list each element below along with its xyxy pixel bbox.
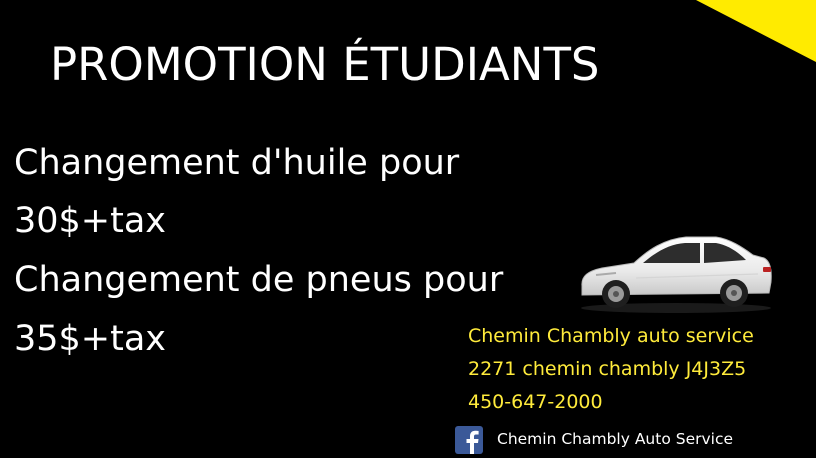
page-title: PROMOTION ÉTUDIANTS (50, 38, 600, 91)
business-name: Chemin Chambly auto service (468, 325, 754, 347)
business-address: 2271 chemin chambly J4J3Z5 (468, 358, 747, 380)
yellow-corner-accent (696, 0, 816, 62)
business-phone: 450-647-2000 (468, 391, 603, 413)
facebook-page-name: Chemin Chambly Auto Service (497, 430, 734, 449)
facebook-icon (455, 426, 483, 454)
car-icon (581, 236, 772, 313)
oil-change-price: 30$+tax (14, 201, 167, 241)
oil-change-offer-label: Changement d'huile pour (14, 143, 460, 183)
tire-change-offer-label: Changement de pneus pour (14, 260, 504, 300)
facebook-page-row: Chemin Chambly Auto Service (455, 426, 733, 454)
tire-change-price: 35$+tax (14, 319, 167, 359)
